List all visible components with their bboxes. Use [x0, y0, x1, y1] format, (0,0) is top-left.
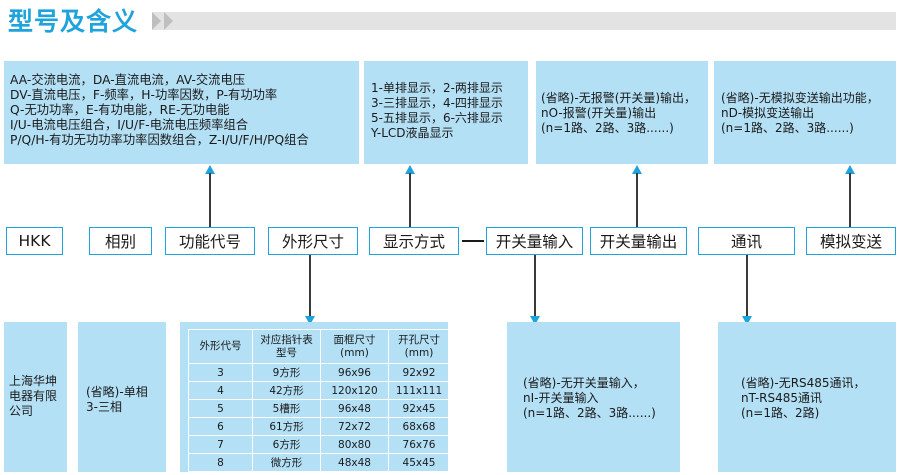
display-mode-line: 5-五排显示，6-六排显示: [371, 111, 503, 125]
table-header: 外形代号: [188, 329, 253, 364]
size-table: 外形代号 对应指针表 型号 面框尺寸 (mm) 开孔尺寸 (mm) 3 9方形 96x96…: [188, 329, 450, 472]
analog-output-box: (省略)-无模拟变送输出功能， nD-模拟变送输出 (n=1路、2路、3路...…: [714, 61, 896, 164]
manufacturer-line: 电器有限: [9, 389, 58, 403]
analog-transmit-label: 模拟变送: [806, 227, 896, 255]
phase-line: 3-三相: [86, 400, 122, 414]
chevron-right-icon: [152, 12, 161, 30]
table-header: 对应指针表 型号: [252, 329, 321, 364]
function-code-line: DV-直流电压，F-频率，H-功率因数，P-有功功率: [10, 88, 278, 102]
phase-label: 相别: [89, 227, 152, 255]
function-code-label: 功能代号: [165, 227, 255, 255]
connector-line: [849, 173, 851, 227]
manufacturer-box: 上海华坤 电器有限 公司: [4, 322, 67, 472]
table-row: 3 9方形 96x96 92x92: [188, 363, 450, 382]
display-mode-box: 1-单排显示，2-两排显示 3-三排显示，4-四排显示 5-五排显示，6-六排显…: [364, 61, 528, 164]
table-row: 4 42方形 120x120 111x111: [188, 381, 450, 400]
communication-label: 通讯: [698, 227, 795, 255]
table-header: 开孔尺寸 (mm): [388, 329, 450, 364]
page-title: 型号及含义: [8, 7, 139, 36]
switch-input-label: 开关量输入: [486, 227, 583, 255]
communication-line: nT-RS485通讯: [741, 391, 823, 405]
table-header-row: 外形代号 对应指针表 型号 面框尺寸 (mm) 开孔尺寸 (mm): [188, 329, 450, 364]
connector-line: [746, 255, 748, 317]
table-header: 面框尺寸 (mm): [320, 329, 389, 364]
switch-output-line: (省略)-无报警(开关量)输出，: [541, 91, 697, 105]
display-mode-line: 3-三排显示，4-四排显示: [371, 96, 503, 110]
analog-output-line: nD-模拟变送输出: [721, 106, 815, 120]
communication-line: (n=1路、2路): [741, 406, 820, 420]
analog-output-line: (省略)-无模拟变送输出功能，: [721, 91, 879, 105]
switch-input-line: nI-开关量输入: [523, 391, 599, 405]
display-mode-line: 1-单排显示，2-两排显示: [371, 81, 503, 95]
switch-output-label: 开关量输出: [590, 227, 687, 255]
table-row: 7 6方形 80x80 76x76: [188, 435, 450, 454]
communication-box: (省略)-无RS485通讯， nT-RS485通讯 (n=1路、2路): [718, 322, 896, 472]
chevron-right-icon: [164, 12, 173, 30]
connector-line: [534, 255, 536, 317]
connector-line: [636, 173, 638, 227]
phase-box: (省略)-单相 3-三相: [78, 322, 166, 472]
display-mode-label: 显示方式: [369, 227, 459, 255]
separator-dash: [462, 240, 484, 242]
connector-line: [409, 173, 411, 227]
function-code-line: P/Q/H-有功无功功率功率因数组合，Z-I/U/F/H/PQ组合: [10, 133, 309, 147]
table-row: 5 5槽形 96x48 92x45: [188, 399, 450, 418]
switch-output-line: (n=1路、2路、3路......): [541, 121, 674, 135]
function-code-line: AA-交流电流，DA-直流电流，AV-交流电压: [10, 73, 246, 87]
analog-output-line: (n=1路、2路、3路......): [721, 121, 854, 135]
table-row: 8 微方形 48x48 45x45: [188, 453, 450, 472]
model-prefix-label: HKK: [6, 227, 63, 255]
table-row: 6 61方形 72x72 68x68: [188, 417, 450, 436]
switch-input-line: (省略)-无开关量输入，: [523, 376, 645, 390]
switch-output-line: nO-报警(开关量)输出: [541, 106, 657, 120]
connector-line: [309, 255, 311, 317]
communication-line: (省略)-无RS485通讯，: [741, 376, 866, 390]
function-code-line: Q-无功功率，E-有功电能，RE-无功电能: [10, 103, 230, 117]
connector-line: [209, 173, 211, 227]
function-code-box: AA-交流电流，DA-直流电流，AV-交流电压 DV-直流电压，F-频率，H-功…: [4, 61, 359, 164]
switch-input-line: (n=1路、2路、3路......): [523, 406, 656, 420]
phase-line: (省略)-单相: [86, 385, 148, 399]
display-mode-line: Y-LCD液晶显示: [371, 126, 454, 140]
switch-output-box: (省略)-无报警(开关量)输出， nO-报警(开关量)输出 (n=1路、2路、3…: [536, 61, 708, 164]
switch-input-box: (省略)-无开关量输入， nI-开关量输入 (n=1路、2路、3路......): [507, 322, 680, 472]
title-decoration-bar: [152, 12, 896, 30]
manufacturer-line: 公司: [9, 404, 34, 418]
function-code-line: I/U-电流电压组合，I/U/F-电流电压频率组合: [10, 118, 249, 132]
dimensions-label: 外形尺寸: [268, 227, 358, 255]
manufacturer-line: 上海华坤: [9, 374, 58, 388]
